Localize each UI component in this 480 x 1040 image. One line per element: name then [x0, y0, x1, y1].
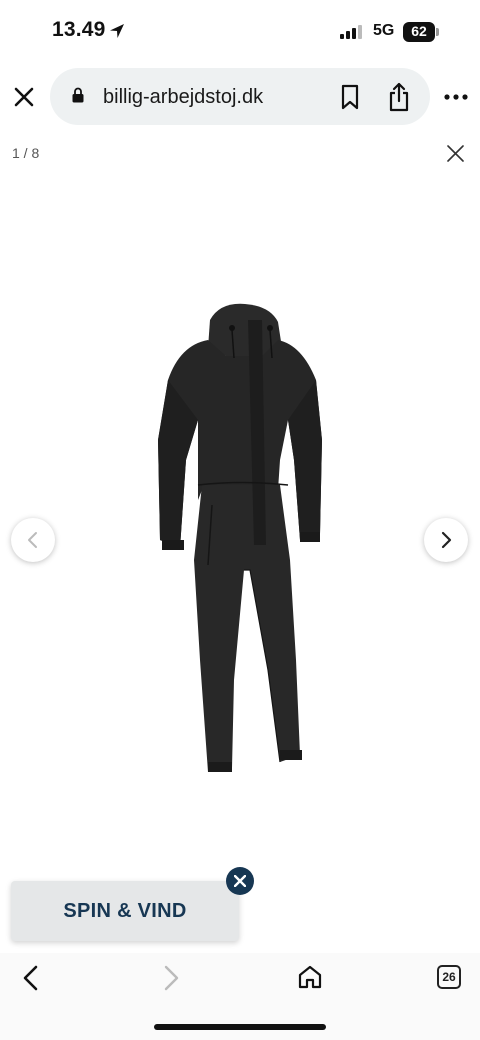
- signal-icon: [340, 25, 362, 39]
- forward-icon[interactable]: [160, 965, 182, 991]
- network-type: 5G: [373, 22, 395, 39]
- share-icon[interactable]: [387, 82, 411, 112]
- more-options-icon[interactable]: [444, 92, 468, 102]
- chevron-right-icon: [441, 531, 452, 549]
- tabs-button[interactable]: 26: [437, 965, 461, 989]
- chevron-left-icon: [28, 532, 37, 548]
- close-gallery-icon[interactable]: [447, 145, 464, 162]
- spin-and-win-label: SPIN & VIND: [63, 900, 187, 922]
- close-promo-button[interactable]: [226, 867, 254, 895]
- close-tab-icon[interactable]: [12, 85, 36, 109]
- next-image-button[interactable]: [424, 518, 468, 562]
- home-icon[interactable]: [297, 964, 323, 990]
- battery-level: 62: [411, 23, 427, 39]
- lock-icon: [72, 87, 84, 103]
- bookmark-icon[interactable]: [339, 84, 361, 110]
- battery-icon: 62: [403, 22, 439, 42]
- status-time: 13.49: [52, 18, 106, 41]
- back-icon[interactable]: [20, 965, 42, 991]
- location-arrow-icon: [110, 24, 124, 38]
- product-image: [158, 303, 322, 772]
- previous-image-button[interactable]: [11, 518, 55, 562]
- spin-and-win-widget[interactable]: SPIN & VIND: [11, 881, 239, 941]
- tab-count: 26: [442, 970, 456, 984]
- close-icon: [234, 875, 246, 887]
- home-indicator: [154, 1024, 326, 1030]
- image-counter: 1 / 8: [12, 145, 40, 161]
- url-text[interactable]: billig-arbejdstoj.dk: [103, 86, 263, 109]
